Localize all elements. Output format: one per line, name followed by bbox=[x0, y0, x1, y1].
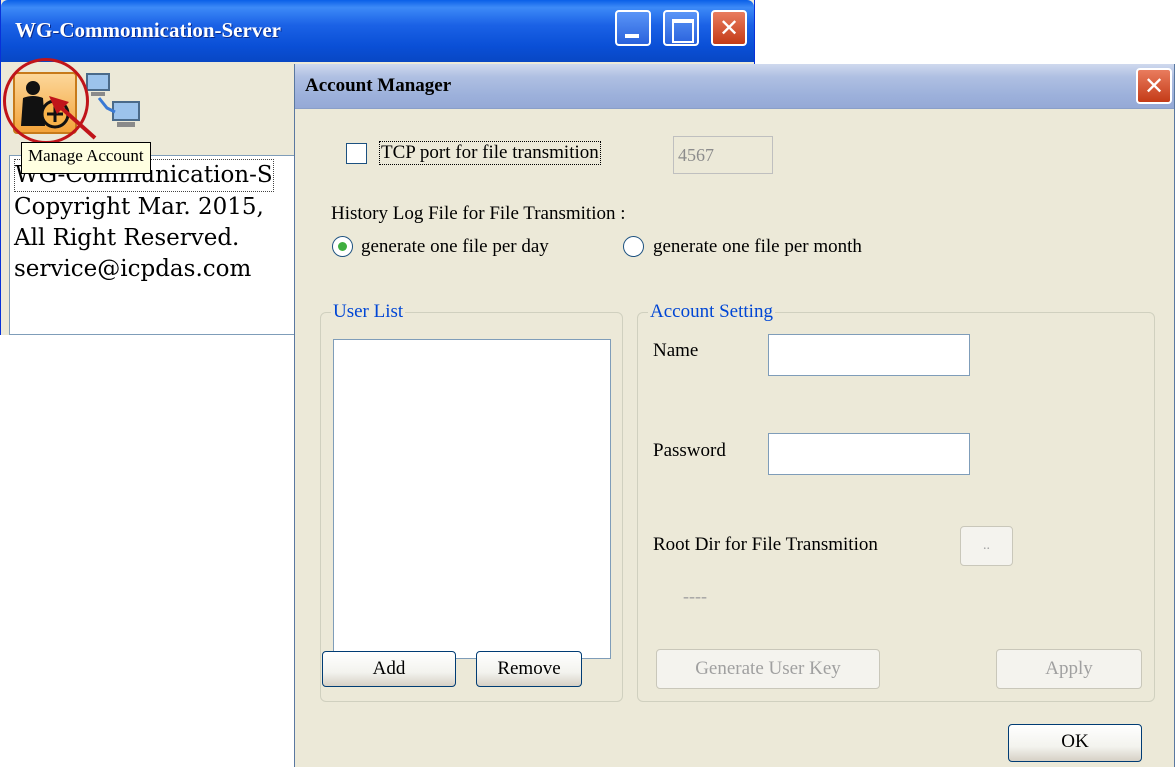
tcp-port-label[interactable]: TCP port for file transmition bbox=[379, 141, 601, 165]
close-icon[interactable]: ✕ bbox=[1136, 68, 1172, 104]
ok-button[interactable]: OK bbox=[1008, 724, 1142, 762]
generate-user-key-button[interactable]: Generate User Key bbox=[656, 649, 880, 689]
radio-per-month-label[interactable]: generate one file per month bbox=[653, 236, 862, 258]
add-button[interactable]: Add bbox=[322, 651, 456, 687]
password-label: Password bbox=[653, 440, 726, 461]
name-label: Name bbox=[653, 340, 699, 361]
pointer-arrow-icon bbox=[49, 96, 97, 140]
manage-account-tooltip: Manage Account bbox=[21, 142, 151, 174]
main-titlebar[interactable]: WG-Commonnication-Server ✕ bbox=[1, 0, 754, 62]
account-setting-title: Account Setting bbox=[648, 301, 775, 323]
radio-per-day-label[interactable]: generate one file per day bbox=[361, 236, 549, 258]
root-dir-label: Root Dir for File Transmition bbox=[653, 534, 878, 555]
about-text-box: WG-Communication-S Copyright Mar. 2015, … bbox=[9, 155, 305, 335]
about-line: Copyright Mar. 2015, bbox=[14, 194, 264, 220]
minimize-icon[interactable] bbox=[615, 10, 651, 46]
radio-per-day[interactable] bbox=[332, 236, 353, 257]
account-manager-dialog: Account Manager ✕ TCP port for file tran… bbox=[294, 64, 1175, 767]
tcp-port-value: 4567 bbox=[678, 145, 714, 165]
name-field[interactable] bbox=[768, 334, 970, 376]
radio-per-month[interactable] bbox=[623, 236, 644, 257]
password-field[interactable] bbox=[768, 433, 970, 475]
history-log-label: History Log File for File Transmition : bbox=[331, 203, 626, 224]
user-list-group: User List bbox=[320, 301, 623, 702]
maximize-icon[interactable] bbox=[663, 10, 699, 46]
apply-button[interactable]: Apply bbox=[996, 649, 1142, 689]
about-line: All Right Reserved. bbox=[14, 225, 240, 251]
user-list-box[interactable] bbox=[333, 339, 611, 659]
main-window-title: WG-Commonnication-Server bbox=[15, 18, 281, 42]
root-dir-value: ---- bbox=[683, 586, 707, 606]
close-icon[interactable]: ✕ bbox=[711, 10, 747, 46]
dialog-title: Account Manager bbox=[305, 75, 452, 96]
remove-button[interactable]: Remove bbox=[476, 651, 582, 687]
dialog-titlebar[interactable]: Account Manager ✕ bbox=[295, 64, 1174, 109]
user-list-title: User List bbox=[331, 301, 406, 323]
browse-button[interactable]: .. bbox=[960, 526, 1013, 566]
tcp-port-field[interactable]: 4567 bbox=[673, 136, 773, 174]
about-line: service@icpdas.com bbox=[14, 256, 252, 282]
tcp-port-checkbox[interactable] bbox=[346, 143, 367, 164]
